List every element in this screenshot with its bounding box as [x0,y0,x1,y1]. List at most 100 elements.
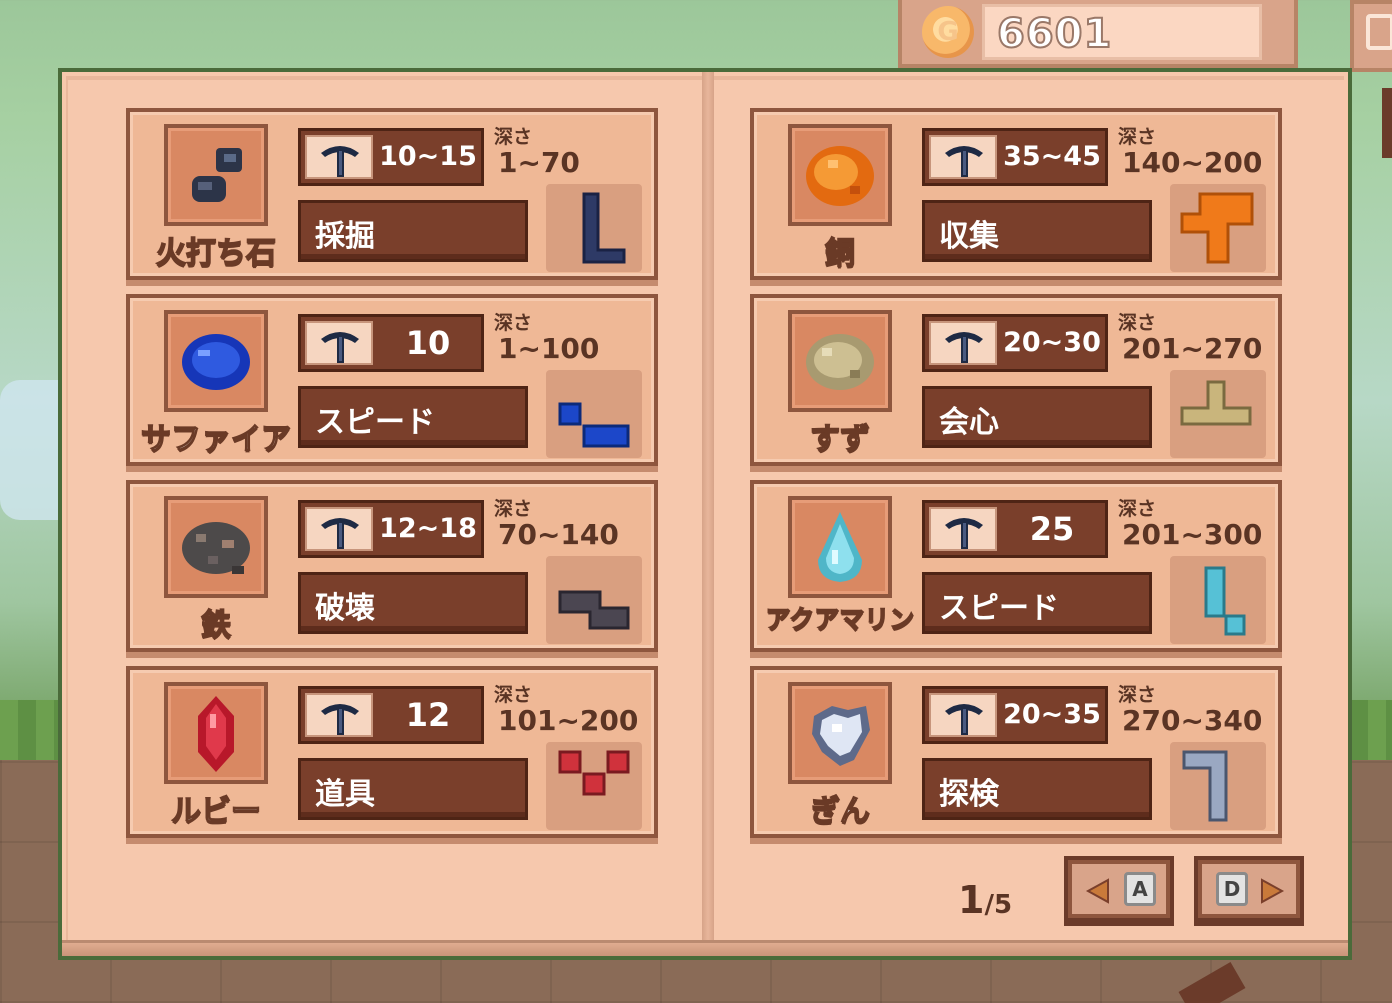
mining-power-box: 10~15 [298,128,484,186]
material-name: 火打ち石 [155,235,277,272]
item-slot [788,124,892,226]
skill-box: 道具 [298,758,528,820]
pickaxe-icon [321,518,359,549]
mining-power-value: 12~18 [379,513,477,544]
mining-power-value: 10 [405,324,451,362]
material-name: アクアマリン [765,604,915,635]
skill-label: 探検 [939,777,999,812]
depth-value: 1~70 [498,146,580,179]
skill-box: 採掘 [298,200,528,262]
skill-label: 道具 [315,777,375,812]
material-name: ぎん [809,793,871,830]
item-slot [164,310,268,412]
pickaxe-slot [929,135,997,179]
pickaxe-slot [929,321,997,365]
depth-label: 深さ [1118,498,1157,520]
skill-label: スピード [939,591,1059,626]
pickaxe-icon [945,518,983,549]
l-shape-icon [582,192,626,264]
material-card[interactable]: 火打ち石 10~15 深さ 1~70 採掘 [126,108,658,280]
material-card[interactable]: 銅 35~45 深さ 140~200 収集 [750,108,1282,280]
copper-ore-icon [806,146,874,206]
depth-value: 70~140 [498,518,619,551]
mining-power-box: 20~30 [922,314,1108,372]
depth-label: 深さ [1118,312,1157,334]
arrow-left-icon [1085,878,1109,904]
book-spine [702,72,714,956]
depth-label: 深さ [494,498,533,520]
material-name: すず [809,421,871,458]
depth-label: 深さ [494,684,533,706]
mining-power-box: 35~45 [922,128,1108,186]
shape-slot [1170,556,1266,644]
pickaxe-slot [305,693,373,737]
pickaxe-icon [945,704,983,735]
next-page-button[interactable]: D [1194,856,1304,922]
material-card[interactable]: ぎん 20~35 深さ 270~340 探検 [750,666,1282,838]
skill-label: 収集 [939,219,999,254]
coin-icon: G [922,6,974,58]
pickaxe-icon [321,704,359,735]
material-name: 銅 [824,235,856,272]
pickaxe-icon [945,332,983,363]
mining-power-value: 25 [1029,510,1075,548]
item-slot [788,682,892,784]
skill-box: スピード [922,572,1152,634]
iron-ore-icon [182,522,250,574]
current-page: 1 [958,878,985,922]
material-name: ルビー [170,793,262,830]
material-book: 火打ち石 10~15 深さ 1~70 採掘 サファイア 10 深さ 1~100 … [58,68,1352,960]
shape-slot [1170,184,1266,272]
material-card[interactable]: すず 20~30 深さ 201~270 会心 [750,294,1282,466]
item-slot [788,496,892,598]
book-icon [1366,14,1392,50]
pickaxe-slot [929,693,997,737]
depth-label: 深さ [1118,126,1157,148]
mining-power-box: 12~18 [298,500,484,558]
material-card[interactable]: サファイア 10 深さ 1~100 スピード [126,294,658,466]
currency-amount: 6601 [996,10,1113,58]
mining-power-box: 20~35 [922,686,1108,744]
mining-power-value: 20~35 [1003,699,1101,730]
mining-power-value: 10~15 [379,141,477,172]
currency-field: 6601 [982,4,1262,60]
shape-slot [546,184,642,272]
prev-page-button[interactable]: A [1064,856,1174,922]
skill-label: 採掘 [315,219,375,254]
shape-slot [1170,742,1266,830]
material-name: サファイア [140,421,292,458]
pickaxe-slot [305,321,373,365]
depth-value: 270~340 [1122,704,1263,737]
depth-label: 深さ [494,126,533,148]
shape-slot [546,370,642,458]
sapphire-icon [182,334,250,390]
mining-power-box: 25 [922,500,1108,558]
pickaxe-slot [305,135,373,179]
depth-label: 深さ [494,312,533,334]
mining-power-value: 12 [405,696,451,734]
depth-value: 101~200 [498,704,639,737]
tin-ore-icon [806,334,874,390]
item-slot [788,310,892,412]
material-card[interactable]: ルビー 12 深さ 101~200 道具 [126,666,658,838]
depth-value: 201~300 [1122,518,1263,551]
z-shape-icon [558,590,630,630]
page-indicator: 1/5 [958,878,1012,922]
depth-value: 140~200 [1122,146,1263,179]
skill-label: スピード [315,405,435,440]
depth-label: 深さ [1118,684,1157,706]
pickaxe-icon [945,146,983,177]
material-card[interactable]: 鉄 12~18 深さ 70~140 破壊 [126,480,658,652]
mining-power-value: 35~45 [1003,141,1101,172]
shape-slot [1170,370,1266,458]
skill-label: 破壊 [315,591,375,626]
silver-ore-icon [812,706,870,766]
depth-value: 1~100 [498,332,600,365]
arrow-right-icon [1261,878,1285,904]
skill-box: 探検 [922,758,1152,820]
menu-button[interactable] [1350,0,1392,72]
side-tab[interactable] [1382,88,1392,158]
mining-power-box: 12 [298,686,484,744]
material-card[interactable]: アクアマリン 25 深さ 201~300 スピード [750,480,1282,652]
item-slot [164,682,268,784]
